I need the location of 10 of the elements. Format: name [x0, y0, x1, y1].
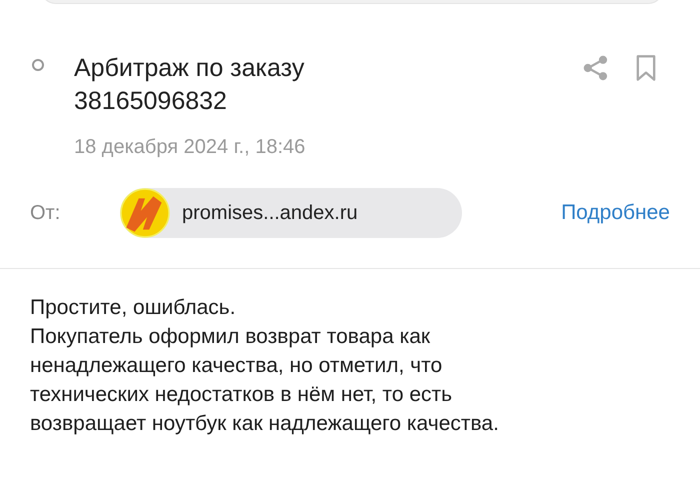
share-icon[interactable] [582, 54, 610, 82]
sender-chip[interactable]: promises...andex.ru [120, 188, 462, 238]
message-date: 18 декабря 2024 г., 18:46 [74, 135, 306, 160]
body-paragraph: Простите, ошиблась. [30, 295, 236, 321]
sender-label: От: [30, 201, 62, 226]
message-subject: Арбитраж по заказу 38165096832 [74, 53, 306, 117]
bookmark-icon[interactable] [634, 54, 658, 82]
details-link[interactable]: Подробнее [561, 197, 670, 229]
sender-avatar-icon [120, 188, 170, 238]
body-paragraph: Покупатель оформил возврат товара как ненадлежащего качества, но отметил, что технических недостатков в нём нет, то есть возвращает ноутбук как надлежащего качества. [30, 324, 499, 437]
